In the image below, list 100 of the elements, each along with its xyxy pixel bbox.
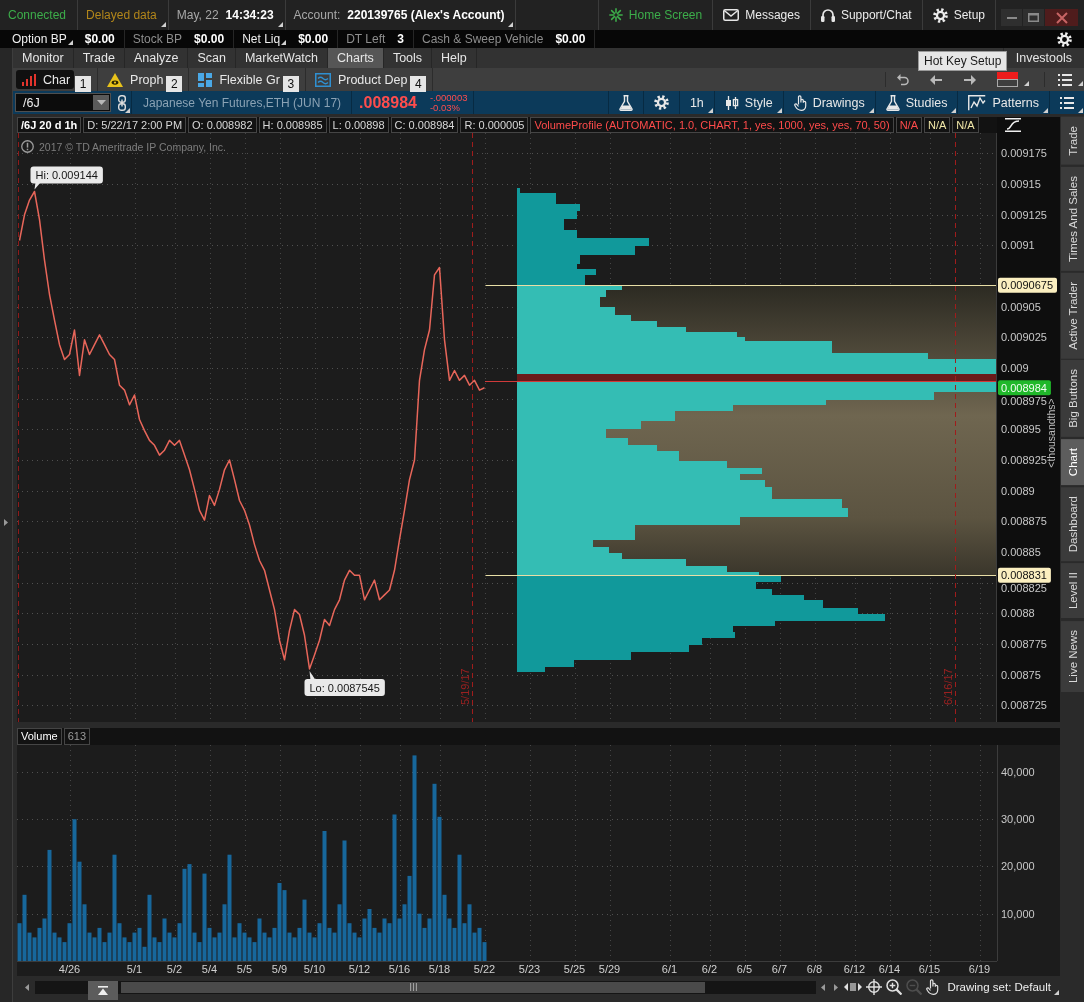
maximize-button[interactable] <box>1023 9 1044 26</box>
date-axis-label: 5/4 <box>201 963 218 975</box>
axis-label: 0.00885 <box>1001 545 1041 558</box>
sub-tab[interactable]: Char <box>16 70 75 89</box>
close-button[interactable] <box>1045 9 1078 26</box>
side-tab[interactable]: Dashboard <box>1060 487 1084 562</box>
eye-triangle-icon <box>107 72 124 87</box>
balance-label: Cash & Sweep Vehicle <box>422 32 544 46</box>
study-value: N/A <box>952 117 979 133</box>
side-tab[interactable]: Big Buttons <box>1060 360 1084 438</box>
chart-title: /6J 20 d 1h <box>17 117 82 133</box>
menu-button[interactable] <box>1049 91 1084 114</box>
side-tab[interactable]: Chart <box>1060 439 1084 486</box>
color-swatch-icon <box>997 72 1018 87</box>
percent-change: -0.03% <box>429 102 462 113</box>
sub-tab[interactable]: Flexible Gr <box>192 70 282 89</box>
last-price-tag: 0.008984 <box>998 380 1051 396</box>
axis-label: 0.008975 <box>1001 394 1047 407</box>
period-date-label: 6/16/17 <box>941 668 954 705</box>
side-tab[interactable]: Live News <box>1060 620 1084 692</box>
side-tab[interactable]: Trade <box>1060 117 1084 165</box>
candlestick-icon <box>724 95 739 110</box>
annotation: Lo: 0.0087545 <box>309 681 380 694</box>
sub-tab[interactable]: Proph <box>101 70 166 89</box>
legend-value: C: 0.008984 <box>390 117 459 133</box>
drawing-tool-button[interactable] <box>1005 118 1021 132</box>
side-tab[interactable]: Level II <box>1060 563 1084 619</box>
hotkey-badge: 2 <box>166 75 183 92</box>
data-feed-status[interactable]: Delayed data <box>86 8 157 22</box>
time-label[interactable]: 14:34:23 <box>225 8 274 22</box>
triangle-right-icon <box>833 983 838 991</box>
scroll-to-end-button[interactable] <box>88 981 118 1000</box>
symbol-dropdown-button[interactable] <box>93 95 109 110</box>
date-axis-label: 6/12 <box>843 963 866 975</box>
crosshair-button[interactable] <box>864 978 885 996</box>
main-tab[interactable]: Charts <box>328 48 384 68</box>
headset-icon <box>820 7 835 23</box>
study-label: VolumeProfile (AUTOMATIC, 1.0, CHART, 1, yes, 1000, yes, yes, 70, 50) <box>530 117 894 133</box>
expand-panel-button[interactable] <box>4 519 8 526</box>
axis-label: 0.009175 <box>1001 147 1047 160</box>
arrow-left-icon <box>930 74 942 85</box>
balance-value: $0.00 <box>555 32 586 46</box>
studies-button[interactable]: Studies <box>874 91 958 114</box>
arrow-right-icon <box>964 74 976 85</box>
date-axis-label: 5/22 <box>473 963 496 975</box>
drawings-button[interactable]: Drawings <box>782 91 875 114</box>
flask-icon <box>618 94 633 111</box>
menu-button[interactable] <box>1044 72 1084 87</box>
minimize-button[interactable] <box>1001 9 1022 26</box>
date-axis-label: 6/2 <box>701 963 718 975</box>
flask-icon <box>885 94 900 111</box>
sub-tab[interactable]: Product Dep <box>308 70 410 89</box>
exclamation-circle-icon <box>21 140 34 153</box>
arrow-up-bar-icon <box>98 986 108 995</box>
chain-link-icon <box>118 94 126 111</box>
axis-label: 10,000 <box>1001 907 1035 920</box>
scrollbar-thumb[interactable] <box>121 981 705 993</box>
legend-value: L: 0.00898 <box>328 117 389 133</box>
dropdown-corner-icon <box>1043 108 1048 113</box>
starburst-icon <box>608 8 623 22</box>
dropdown-corner-icon <box>508 22 514 27</box>
date-axis-label: 5/2 <box>166 963 183 975</box>
dropdown-corner-icon <box>281 40 287 45</box>
legend-value: H: 0.008985 <box>258 117 327 133</box>
dropdown-corner-icon <box>951 108 957 113</box>
date-axis-label: 6/1 <box>661 963 678 975</box>
date-axis-label: 5/1 <box>126 963 143 975</box>
grip-icon <box>409 983 417 991</box>
scrollbar-track[interactable] <box>35 980 817 994</box>
account-number[interactable]: 220139765 (Alex's Account) <box>347 8 505 22</box>
dropdown-corner-icon <box>277 22 283 27</box>
axis-label: 0.009125 <box>1001 208 1047 221</box>
study-name: Volume <box>17 728 62 745</box>
date-axis-label: 6/5 <box>736 963 753 975</box>
balance-value: 3 <box>397 32 404 46</box>
balance-value: $0.00 <box>194 32 225 46</box>
pan-arrows-icon <box>844 981 863 993</box>
axis-label: 0.009 <box>1001 362 1029 375</box>
study-value: 613 <box>63 728 91 745</box>
symbol-field[interactable]: /6J <box>15 93 111 112</box>
hotkey-badge: 3 <box>282 75 299 92</box>
zoom-in-button[interactable] <box>884 978 905 996</box>
price-level-tag: 0.0090675 <box>998 277 1057 293</box>
dropdown-corner-icon <box>1054 990 1059 995</box>
layout-grid-icon <box>198 72 213 87</box>
balance-label[interactable]: Option BP <box>12 32 67 46</box>
balance-label[interactable]: Net Liq <box>242 32 281 46</box>
instrument-description: Japanese Yen Futures,ETH (JUN 17) <box>132 91 353 114</box>
date-axis-label: 6/8 <box>806 963 823 975</box>
axis-label: 0.00915 <box>1001 178 1041 191</box>
axis-label: 0.0091 <box>1001 239 1035 252</box>
dropdown-corner-icon <box>1078 81 1083 86</box>
patterns-button[interactable]: Patterns <box>957 91 1049 114</box>
aggregation-button[interactable]: 1h <box>678 91 714 114</box>
style-button[interactable]: Style <box>713 91 783 114</box>
side-tab[interactable]: Active Trader <box>1060 272 1084 359</box>
last-price: .008984 <box>359 93 417 112</box>
side-tab[interactable]: Times And Sales <box>1060 166 1084 271</box>
balance-value: $0.00 <box>298 32 329 46</box>
drawing-set-button[interactable]: Drawing set: Default <box>941 978 1060 996</box>
